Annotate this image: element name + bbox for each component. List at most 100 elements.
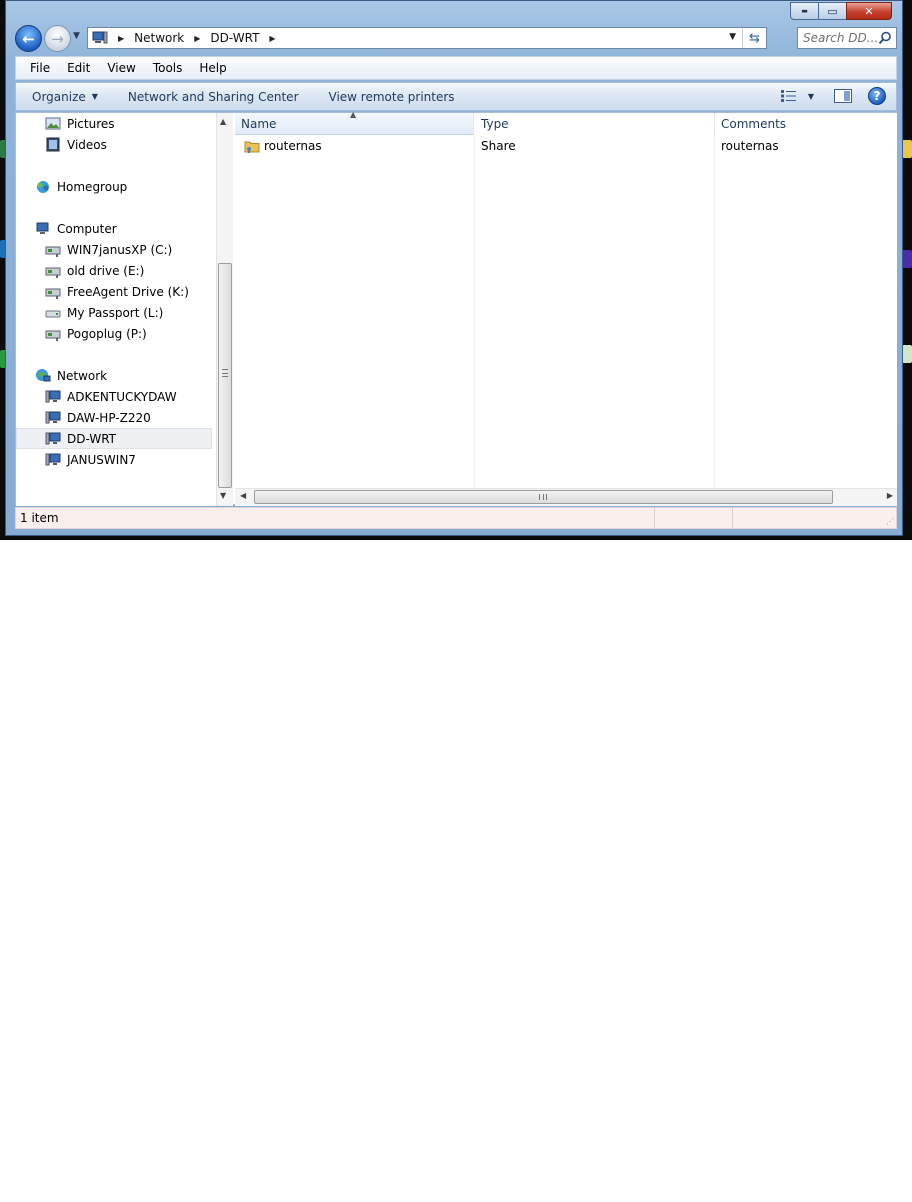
explorer-content: Pictures Videos Homegroup Computer WIN7j… xyxy=(15,110,897,506)
organize-button[interactable]: Organize ▼ xyxy=(32,90,98,104)
nav-item-label: ADKENTUCKYDAW xyxy=(67,389,177,404)
nav-item-label: Pictures xyxy=(67,116,115,131)
scroll-left-arrow-icon[interactable]: ◀ xyxy=(240,491,246,500)
file-name-cell[interactable]: routernas xyxy=(244,139,322,153)
status-divider xyxy=(732,508,733,528)
nav-item-computer[interactable]: Computer xyxy=(16,218,212,239)
view-remote-printers-button[interactable]: View remote printers xyxy=(329,90,455,104)
menu-tools[interactable]: Tools xyxy=(153,61,183,75)
help-button[interactable]: ? xyxy=(868,87,886,105)
desktop-icon[interactable] xyxy=(902,140,912,158)
command-bar: Organize ▼ Network and Sharing Center Vi… xyxy=(15,82,897,111)
scroll-down-arrow-icon[interactable]: ▼ xyxy=(220,491,226,500)
horizontal-scrollbar[interactable]: ◀ ▶ xyxy=(235,488,897,505)
nav-item-drive-c[interactable]: WIN7janusXP (C:) xyxy=(16,239,212,260)
address-dropdown-icon[interactable]: ▼ xyxy=(729,32,736,42)
refresh-button[interactable]: ⇆ xyxy=(742,28,766,48)
pictures-icon xyxy=(45,116,61,131)
scroll-right-arrow-icon[interactable]: ▶ xyxy=(887,491,893,500)
remote-printers-label: View remote printers xyxy=(328,89,455,104)
forward-arrow-icon: → xyxy=(51,29,64,48)
menu-file[interactable]: File xyxy=(30,61,50,75)
change-view-icon[interactable] xyxy=(780,89,798,103)
network-drive-icon xyxy=(45,242,61,257)
search-icon[interactable] xyxy=(878,31,892,45)
file-type: Share xyxy=(481,139,516,153)
minimize-icon: ▬ xyxy=(801,7,808,15)
navigation-pane: Pictures Videos Homegroup Computer WIN7j… xyxy=(16,113,216,506)
close-button[interactable]: ✕ xyxy=(846,2,892,20)
recent-pages-dropdown[interactable]: ▼ xyxy=(73,31,80,41)
network-drive-icon xyxy=(45,284,61,299)
nav-item-label: Homegroup xyxy=(57,179,128,194)
forward-button[interactable]: → xyxy=(44,25,71,52)
nav-item-label: My Passport (L:) xyxy=(67,305,164,320)
column-header-name[interactable]: ▲ Name xyxy=(235,110,474,135)
column-header-type[interactable]: Type xyxy=(475,113,715,135)
nav-item-videos[interactable]: Videos xyxy=(16,134,212,155)
videos-icon xyxy=(45,137,61,152)
caption-buttons: ▬ ▭ ✕ xyxy=(790,2,892,20)
organize-label: Organize xyxy=(32,89,86,104)
nav-item-network[interactable]: Network xyxy=(16,365,212,386)
navigation-pane-scrollbar[interactable]: ▲ ▼ xyxy=(216,113,233,506)
nav-item-drive-l[interactable]: My Passport (L:) xyxy=(16,302,212,323)
breadcrumb-separator-icon[interactable]: ▶ xyxy=(194,34,200,43)
file-row[interactable]: routernas Share routernas xyxy=(235,137,897,157)
scrollbar-thumb[interactable] xyxy=(254,490,833,504)
nav-item-pictures[interactable]: Pictures xyxy=(16,113,212,134)
file-comments-cell: routernas xyxy=(721,139,779,153)
navigation-bar: ← → ▼ ▶ Network ▶ DD-WRT ▶ ▼ ⇆ Search DD… xyxy=(15,23,897,53)
network-sharing-center-button[interactable]: Network and Sharing Center xyxy=(128,90,299,104)
nav-item-drive-p[interactable]: Pogoplug (P:) xyxy=(16,323,212,344)
file-list-pane: ▲ Name Type Comments routernas Share rou… xyxy=(235,110,897,506)
nav-item-adkentuckydaw[interactable]: ADKENTUCKYDAW xyxy=(16,386,212,407)
column-divider xyxy=(474,135,475,488)
nav-item-drive-e[interactable]: old drive (E:) xyxy=(16,260,212,281)
nav-item-dd-wrt[interactable]: DD-WRT xyxy=(16,428,212,449)
computer-icon xyxy=(35,221,51,236)
status-bar: 1 item ⋰ xyxy=(15,507,897,529)
desktop-icon[interactable] xyxy=(902,250,912,268)
breadcrumb-separator-icon[interactable]: ▶ xyxy=(269,34,275,43)
nav-item-label: WIN7janusXP (C:) xyxy=(67,242,173,257)
nav-item-januswin7[interactable]: JANUSWIN7 xyxy=(16,449,212,470)
breadcrumb-dd-wrt[interactable]: DD-WRT xyxy=(210,31,259,45)
search-input[interactable]: Search DD... xyxy=(797,27,897,49)
network-drive-icon xyxy=(45,326,61,341)
nav-item-label: JANUSWIN7 xyxy=(67,452,136,467)
menu-help[interactable]: Help xyxy=(199,61,226,75)
more-views-dropdown-icon[interactable]: ▼ xyxy=(808,92,814,101)
maximize-button[interactable]: ▭ xyxy=(818,2,847,20)
computer-icon xyxy=(45,389,61,404)
status-divider xyxy=(654,508,655,528)
nav-item-daw-hp-z220[interactable]: DAW-HP-Z220 xyxy=(16,407,212,428)
nav-item-label: Videos xyxy=(67,137,107,152)
nav-item-drive-k[interactable]: FreeAgent Drive (K:) xyxy=(16,281,212,302)
menu-view[interactable]: View xyxy=(107,61,135,75)
desktop-icon[interactable] xyxy=(902,345,912,363)
shared-folder-icon xyxy=(244,139,260,153)
computer-icon xyxy=(45,452,61,467)
help-icon: ? xyxy=(873,89,881,103)
search-placeholder: Search DD... xyxy=(803,31,879,45)
minimize-button[interactable]: ▬ xyxy=(790,2,819,20)
column-divider xyxy=(714,135,715,488)
nav-item-label: Network xyxy=(57,368,108,383)
nav-item-label: DD-WRT xyxy=(67,431,116,446)
back-button[interactable]: ← xyxy=(15,25,42,52)
column-header-comments[interactable]: Comments xyxy=(715,113,897,135)
network-computer-icon xyxy=(92,31,108,45)
menu-edit[interactable]: Edit xyxy=(67,61,90,75)
item-count: 1 item xyxy=(20,511,59,525)
menu-bar: File Edit View Tools Help xyxy=(15,56,897,80)
preview-pane-icon[interactable] xyxy=(834,89,852,103)
resize-grip-icon[interactable]: ⋰ xyxy=(886,517,894,526)
nav-item-homegroup[interactable]: Homegroup xyxy=(16,176,212,197)
column-header-label: Name xyxy=(241,116,277,131)
scrollbar-thumb[interactable] xyxy=(218,263,232,488)
breadcrumb-network[interactable]: Network xyxy=(134,31,184,45)
scroll-up-arrow-icon[interactable]: ▲ xyxy=(220,117,226,126)
breadcrumb-separator-icon[interactable]: ▶ xyxy=(118,34,124,43)
address-bar[interactable]: ▶ Network ▶ DD-WRT ▶ ▼ ⇆ xyxy=(87,27,767,49)
